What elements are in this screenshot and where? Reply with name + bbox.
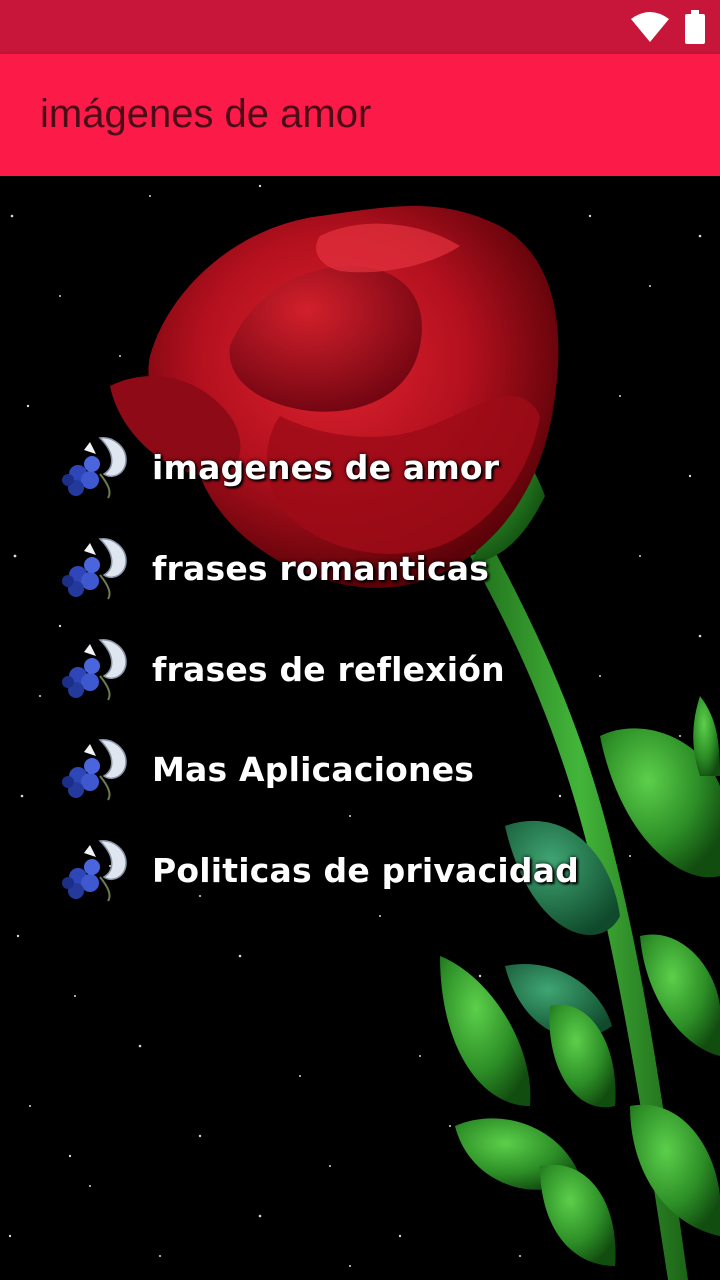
blue-flowers-icon — [60, 434, 130, 500]
menu-item-label: Politicas de privacidad — [152, 850, 579, 890]
menu-item-imagenes-de-amor[interactable]: imagenes de amor — [60, 432, 620, 502]
status-bar — [0, 0, 720, 54]
menu-item-mas-aplicaciones[interactable]: Mas Aplicaciones — [60, 734, 620, 804]
app-title: imágenes de amor — [40, 92, 372, 136]
blue-flowers-icon — [60, 636, 130, 702]
menu-item-label: imagenes de amor — [152, 447, 500, 487]
main-content: imagenes de amor frases romanticas frase… — [0, 176, 720, 1280]
menu-item-politicas-de-privacidad[interactable]: Politicas de privacidad — [60, 835, 620, 905]
battery-icon — [684, 10, 706, 49]
app-bar: imágenes de amor — [0, 54, 720, 176]
rose-background-image — [8, 184, 720, 1280]
menu-item-label: Mas Aplicaciones — [152, 749, 475, 789]
menu-item-frases-de-reflexion[interactable]: frases de reflexión — [60, 634, 620, 704]
menu-item-label: frases de reflexión — [152, 649, 505, 689]
menu-item-label: frases romanticas — [152, 548, 490, 588]
menu-item-frases-romanticas[interactable]: frases romanticas — [60, 533, 620, 603]
status-icons — [630, 10, 706, 49]
rose-bloom — [110, 206, 559, 588]
blue-flowers-icon — [60, 535, 130, 601]
screen: imágenes de amor imagenes de amor frases… — [0, 0, 720, 1280]
blue-flowers-icon — [60, 837, 130, 903]
wifi-icon — [630, 11, 670, 48]
blue-flowers-icon — [60, 736, 130, 802]
